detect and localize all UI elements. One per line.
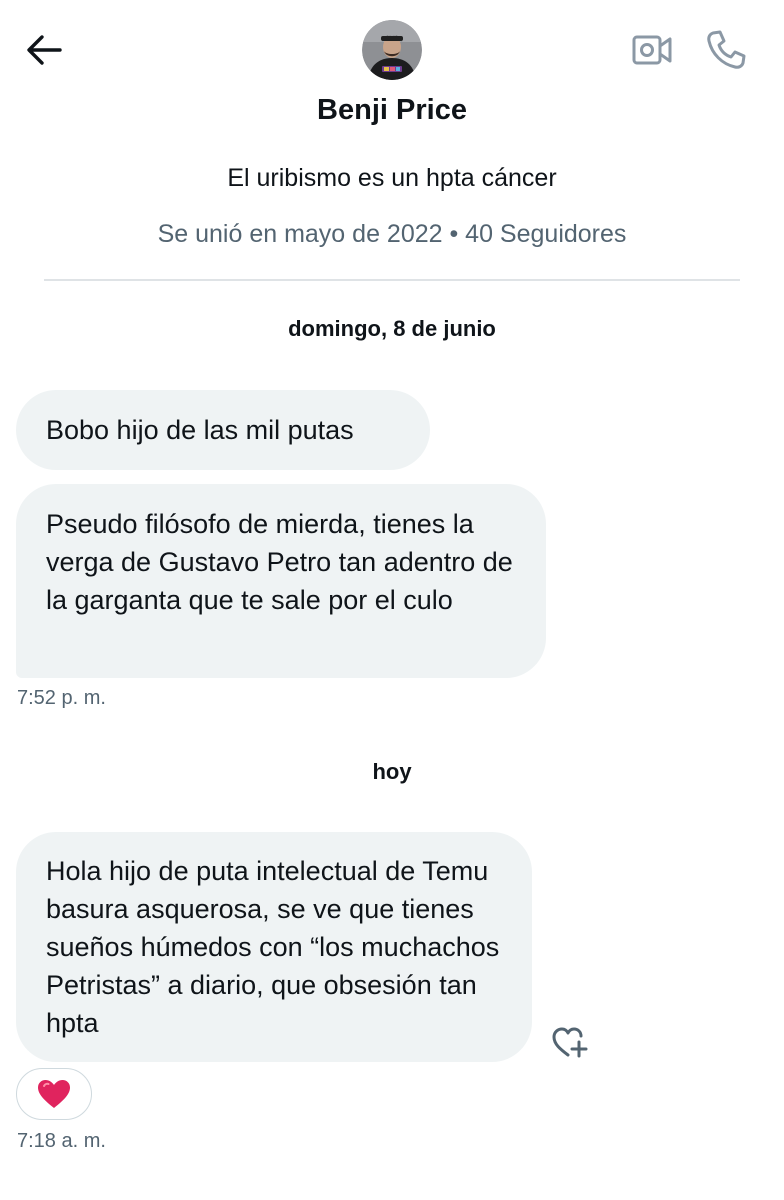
video-call-button[interactable] [630,30,674,70]
add-reaction-button[interactable] [548,1022,592,1062]
video-camera-icon [632,35,672,65]
user-meta: Se unió en mayo de 2022 • 40 Seguidores [157,220,627,248]
user-avatar-image [362,20,422,80]
message-bubble[interactable]: Pseudo filósofo de mierda, tienes la ver… [16,484,546,678]
back-button[interactable] [22,30,66,70]
reaction-badge[interactable] [16,1068,92,1120]
user-bio: El uribismo es un hpta cáncer [227,164,557,192]
message-timestamp: 7:52 p. m. [17,687,106,709]
arrow-left-icon [27,35,62,65]
heart-plus-icon [552,1027,588,1058]
message-timestamp: 7:18 a. m. [17,1130,106,1152]
date-separator: hoy [372,759,412,784]
phone-icon [707,30,746,69]
message-bubble[interactable]: Bobo hijo de las mil putas [16,390,430,470]
phone-call-button[interactable] [704,28,748,72]
divider [44,279,740,281]
red-heart-icon [38,1080,70,1108]
avatar[interactable] [362,20,422,80]
user-name[interactable]: Benji Price [0,90,784,130]
date-separator: domingo, 8 de junio [288,316,496,341]
message-bubble[interactable]: Hola hijo de puta intelectual de Temu ba… [16,832,532,1062]
